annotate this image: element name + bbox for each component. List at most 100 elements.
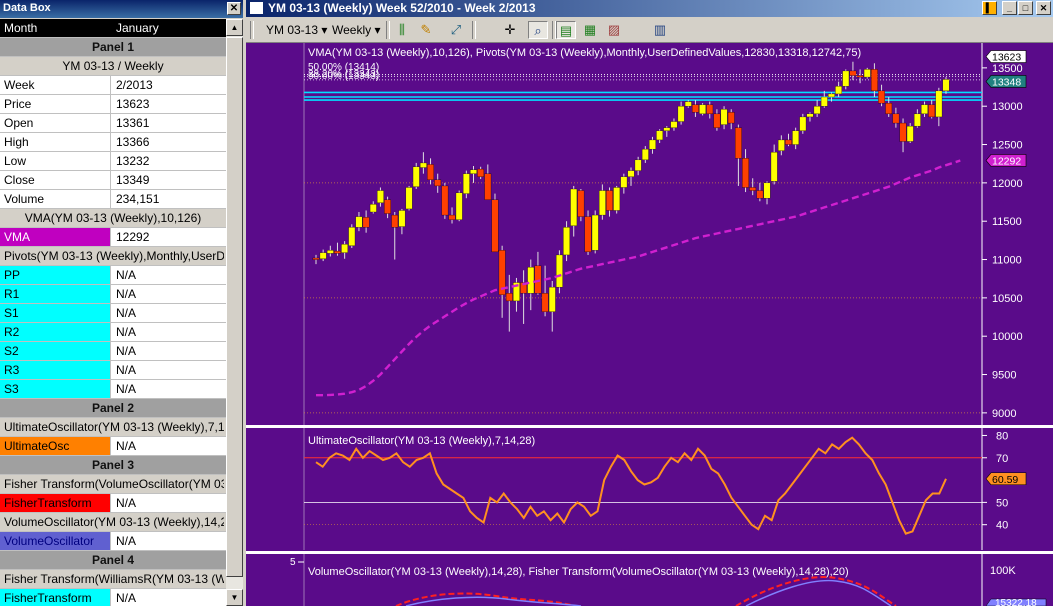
candle-body <box>591 214 599 251</box>
data-box-key: Open <box>0 114 111 132</box>
price-tick-label: 13000 <box>992 101 1023 113</box>
instrument-selector[interactable]: YM 03-13 ▾ <box>266 20 327 40</box>
candle-body <box>806 113 814 118</box>
candle-body <box>362 217 370 228</box>
vma-flag: 12292 <box>992 155 1021 167</box>
data-box-value: 13366 <box>116 135 150 149</box>
candle-body <box>627 170 635 177</box>
data-box-key: S2 <box>0 342 111 360</box>
scroll-up-icon[interactable]: ▲ <box>226 19 243 36</box>
data-box-value: N/A <box>116 382 137 396</box>
candle-body <box>441 185 449 216</box>
close-icon[interactable]: ✕ <box>227 2 241 15</box>
candle-body <box>649 139 656 150</box>
price-tick-label: 9500 <box>992 370 1016 382</box>
candle-body <box>448 214 456 220</box>
candle-body <box>534 265 542 294</box>
candle-body <box>527 267 535 294</box>
candle-body <box>584 216 592 253</box>
candle-body <box>842 70 850 87</box>
data-box-panel-header: Panel 1 <box>0 38 226 57</box>
data-box-value: N/A <box>116 344 137 358</box>
candle-body <box>577 190 585 217</box>
data-box-row: Price 13623 <box>0 95 226 114</box>
draw-tool-icon[interactable]: ⤢ <box>446 21 466 39</box>
candle-body <box>892 113 900 124</box>
data-box-section-header: YM 03-13 / Weekly <box>0 57 226 76</box>
minimize-icon[interactable]: _ <box>1002 1 1017 15</box>
chart-toolbar: YM 03-13 ▾ Weekly ▾ ⫼ ✎ ⤢ ✛ ⌕ ▤ ▦ ▨ ▥ <box>246 18 1053 43</box>
close-icon[interactable]: ✕ <box>1036 1 1051 15</box>
close-price-flag: 13348 <box>992 76 1021 88</box>
data-box-panel-header: Panel 2 <box>0 399 226 418</box>
data-box-key: VolumeOscillator <box>0 532 111 550</box>
price-tick-label: 11000 <box>992 255 1022 267</box>
candle-body <box>899 122 907 142</box>
volume-panel-title: VolumeOscillator(YM 03-13 (Weekly),14,28… <box>308 566 849 578</box>
candle-body <box>692 104 699 113</box>
crosshair-icon[interactable]: ✛ <box>500 21 520 39</box>
data-box-row: Week 2/2013 <box>0 76 226 95</box>
data-box-scrollbar[interactable]: ▲ ▼ <box>226 19 243 606</box>
data-box-section-header: Fisher Transform(VolumeOscillator(YM 03- <box>0 475 226 494</box>
data-box-value: 13361 <box>116 116 150 130</box>
data-box-key: R2 <box>0 323 111 341</box>
data-box-icon[interactable]: ▥ <box>650 21 670 39</box>
data-box-titlebar[interactable]: Data Box ✕ <box>0 0 243 18</box>
candle-body <box>792 130 800 145</box>
candle-body <box>470 169 477 174</box>
data-box-value: N/A <box>116 325 137 339</box>
candle-body <box>878 90 885 104</box>
chart-window-titlebar[interactable]: YM 03-13 (Weekly) Week 52/2010 - Week 2/… <box>246 0 1053 17</box>
candle-body <box>727 112 735 124</box>
candle-body <box>505 293 513 302</box>
chart-window: YM 03-13 (Weekly) Week 52/2010 - Week 2/… <box>246 0 1053 606</box>
data-box-value: 2/2013 <box>116 78 153 92</box>
period-selector[interactable]: Weekly ▾ <box>332 20 380 40</box>
panels-icon[interactable]: ▤ <box>556 21 576 39</box>
candle-body <box>541 293 549 312</box>
indicator-label: VolumeOscillator(YM 03-13 (Weekly),14,28 <box>4 515 224 529</box>
data-box-value: 13232 <box>116 154 150 168</box>
maximize-icon[interactable]: □ <box>1018 1 1033 15</box>
chart-image-icon[interactable]: ▨ <box>604 21 624 39</box>
candle-body <box>319 252 327 259</box>
osc-tick-label: 50 <box>996 497 1008 509</box>
candle-body <box>763 182 771 199</box>
toolbar-separator <box>472 21 476 39</box>
price-tick-label: 12000 <box>992 178 1023 190</box>
data-box-row: FisherTransform N/A <box>0 589 226 606</box>
candle-body <box>706 104 714 115</box>
data-box-value: January <box>116 21 159 35</box>
pencil-icon[interactable]: ✎ <box>416 21 436 39</box>
osc-tick-label: 40 <box>996 520 1008 532</box>
zoom-icon[interactable]: ⌕ <box>528 21 548 39</box>
data-box-value: 13623 <box>116 97 150 111</box>
candle-body <box>434 179 442 187</box>
chart-properties-icon[interactable]: ▦ <box>580 21 600 39</box>
candle-body <box>599 190 606 216</box>
candle-body <box>548 286 556 312</box>
data-box-value: 234,151 <box>116 192 160 206</box>
price-tick-label: 10500 <box>992 293 1023 305</box>
data-box-key: UltimateOsc <box>0 437 111 455</box>
pin-icon[interactable]: ▍ <box>982 1 997 15</box>
data-box-row: High 13366 <box>0 133 226 152</box>
data-box-row: UltimateOsc N/A <box>0 437 226 456</box>
panel-divider <box>246 551 1053 554</box>
data-box-title: Data Box <box>3 2 51 14</box>
scroll-down-icon[interactable]: ▼ <box>226 589 243 606</box>
chart-area[interactable]: VMA(YM 03-13 (Weekly),10,126), Pivots(YM… <box>246 43 1053 606</box>
toolbar-grip <box>250 21 254 39</box>
data-box-key: Price <box>0 95 111 113</box>
data-box-key: S3 <box>0 380 111 398</box>
candle-body <box>398 210 406 227</box>
scroll-thumb[interactable] <box>226 37 243 577</box>
data-box-row: Volume 234,151 <box>0 190 226 209</box>
candle-body <box>634 159 642 171</box>
candle-body <box>377 190 384 203</box>
data-box-row: Open 13361 <box>0 114 226 133</box>
candle-body <box>785 139 792 145</box>
bar-type-icon[interactable]: ⫼ <box>392 21 412 39</box>
candle-body <box>735 127 742 159</box>
